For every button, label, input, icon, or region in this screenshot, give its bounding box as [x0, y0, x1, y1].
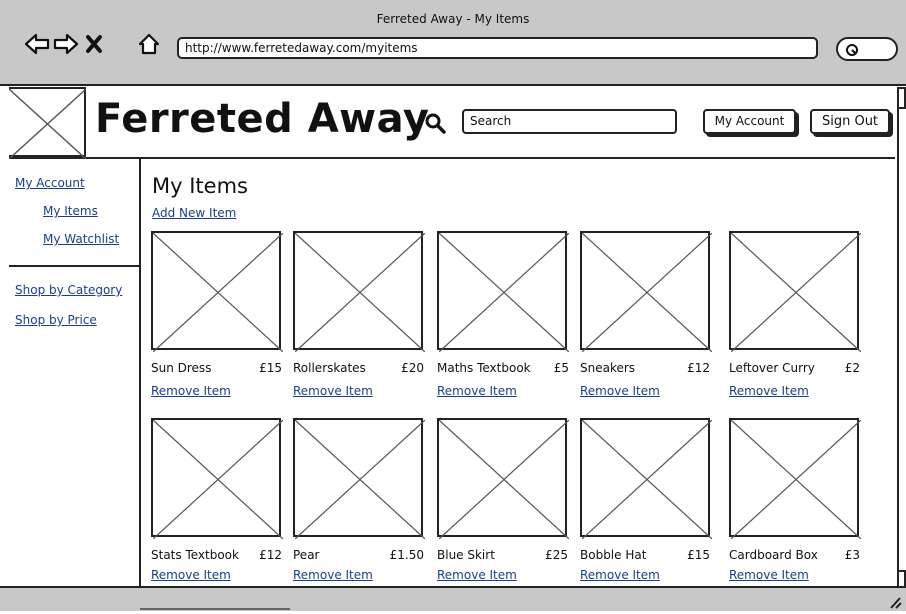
- item-image-placeholder[interactable]: [151, 418, 283, 539]
- site-header: Ferreted Away Search My Account Sign Out: [9, 87, 895, 159]
- item-price: £12: [687, 361, 710, 375]
- forward-arrow-icon[interactable]: [53, 32, 79, 56]
- item-name: Pear: [293, 548, 320, 562]
- item-image-placeholder[interactable]: [437, 231, 569, 352]
- item-name: Cardboard Box: [729, 548, 818, 562]
- home-icon[interactable]: [137, 32, 163, 56]
- page-title: My Items: [152, 174, 248, 198]
- item-price: £3: [844, 548, 860, 562]
- vertical-scrollbar[interactable]: [897, 109, 906, 570]
- back-arrow-icon[interactable]: [24, 32, 50, 56]
- remove-item-link[interactable]: Remove Item: [437, 568, 517, 582]
- remove-item-link[interactable]: Remove Item: [729, 384, 809, 398]
- sidebar-item-shop-by-category[interactable]: Shop by Category: [15, 283, 122, 297]
- status-bar: [0, 586, 906, 611]
- item-price: £5: [553, 361, 569, 375]
- add-new-item-link[interactable]: Add New Item: [152, 206, 236, 220]
- item-name: Rollerskates: [293, 361, 366, 375]
- url-bar[interactable]: http://www.ferretedaway.com/myitems: [177, 37, 818, 59]
- item-price: £15: [687, 548, 710, 562]
- item-name: Blue Skirt: [437, 548, 495, 562]
- remove-item-link[interactable]: Remove Item: [580, 384, 660, 398]
- site-title: Ferreted Away: [95, 96, 430, 142]
- sidebar-item-shop-by-price[interactable]: Shop by Price: [15, 313, 97, 327]
- item-price: £2: [844, 361, 860, 375]
- remove-item-link[interactable]: Remove Item: [437, 384, 517, 398]
- sidebar-item-my-watchlist[interactable]: My Watchlist: [43, 232, 119, 246]
- item-name: Bobble Hat: [580, 548, 647, 562]
- sign-out-button[interactable]: Sign Out: [810, 109, 890, 134]
- my-account-button[interactable]: My Account: [703, 109, 796, 134]
- item-price: £12: [259, 548, 282, 562]
- remove-item-link[interactable]: Remove Item: [293, 384, 373, 398]
- item-price: £15: [259, 361, 282, 375]
- sidebar: My Account My Items My Watchlist Shop by…: [9, 159, 141, 586]
- item-image-placeholder[interactable]: [729, 418, 861, 539]
- item-image-placeholder[interactable]: [729, 231, 861, 352]
- resize-grip-icon[interactable]: [888, 594, 902, 614]
- sidebar-item-my-items[interactable]: My Items: [43, 204, 98, 218]
- sidebar-item-my-account[interactable]: My Account: [15, 176, 85, 190]
- window-title: Ferreted Away - My Items: [376, 12, 530, 26]
- close-icon[interactable]: [83, 32, 109, 56]
- item-price: £25: [545, 548, 568, 562]
- item-name: Sneakers: [580, 361, 636, 375]
- item-name: Maths Textbook: [437, 361, 531, 375]
- browser-toolbar: Ferreted Away - My Items http://www.ferr…: [0, 0, 906, 86]
- item-image-placeholder[interactable]: [437, 418, 569, 539]
- remove-item-link[interactable]: Remove Item: [580, 568, 660, 582]
- item-image-placeholder[interactable]: [580, 231, 712, 352]
- search-input[interactable]: Search: [462, 109, 677, 134]
- item-image-placeholder[interactable]: [151, 231, 283, 352]
- item-image-placeholder[interactable]: [580, 418, 712, 539]
- remove-item-link[interactable]: Remove Item: [151, 568, 231, 582]
- item-price: £20: [401, 361, 424, 375]
- search-icon[interactable]: [424, 112, 448, 140]
- item-image-placeholder[interactable]: [293, 418, 425, 539]
- item-price: £1.50: [389, 548, 424, 562]
- scroll-up-button[interactable]: [897, 87, 906, 109]
- item-name: Stats Textbook: [151, 548, 239, 562]
- remove-item-link[interactable]: Remove Item: [729, 568, 809, 582]
- remove-item-link[interactable]: Remove Item: [151, 384, 231, 398]
- item-image-placeholder[interactable]: [293, 231, 425, 352]
- browser-search-field[interactable]: [836, 37, 898, 61]
- search-icon: [846, 44, 858, 56]
- logo-placeholder: [9, 87, 86, 159]
- item-name: Sun Dress: [151, 361, 212, 375]
- remove-item-link[interactable]: Remove Item: [293, 568, 373, 582]
- item-name: Leftover Curry: [729, 361, 815, 375]
